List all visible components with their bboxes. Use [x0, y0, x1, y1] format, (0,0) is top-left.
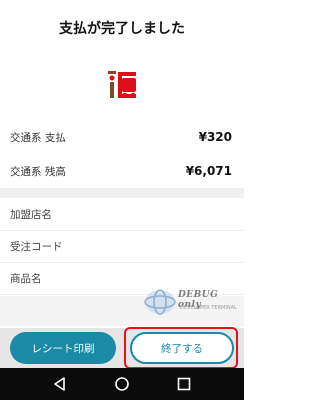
- watermark-subtext: DEVELOPER TERMINAL: [180, 305, 237, 311]
- recent-apps-icon[interactable]: [176, 376, 192, 392]
- payment-value: ¥320: [198, 130, 232, 144]
- debug-watermark: DEBUG only DEVELOPER TERMINAL: [140, 282, 244, 322]
- section-divider: [0, 188, 244, 198]
- balance-row: 交通系 残高 ¥6,071: [0, 160, 244, 182]
- page-title: 支払が完了しました: [59, 21, 185, 37]
- finish-button[interactable]: 終了する: [130, 332, 234, 364]
- payment-label: 交通系 支払: [10, 131, 66, 144]
- product-name-label: 商品名: [10, 273, 42, 285]
- print-receipt-button[interactable]: レシート印刷: [10, 332, 116, 364]
- balance-value: ¥6,071: [185, 164, 232, 178]
- balance-label: 交通系 残高: [10, 165, 66, 178]
- order-code-label: 受注コード: [10, 241, 63, 253]
- debug-globe-icon: [144, 289, 176, 315]
- android-nav-bar: [0, 368, 244, 400]
- merchant-name-row: 加盟店名: [0, 199, 244, 231]
- payment-amount-row: 交通系 支払 ¥320: [0, 126, 244, 148]
- ic-card-logo-icon: [108, 71, 136, 98]
- order-code-row: 受注コード: [0, 231, 244, 263]
- merchant-name-label: 加盟店名: [10, 209, 52, 221]
- home-icon[interactable]: [114, 376, 130, 392]
- back-icon[interactable]: [52, 376, 68, 392]
